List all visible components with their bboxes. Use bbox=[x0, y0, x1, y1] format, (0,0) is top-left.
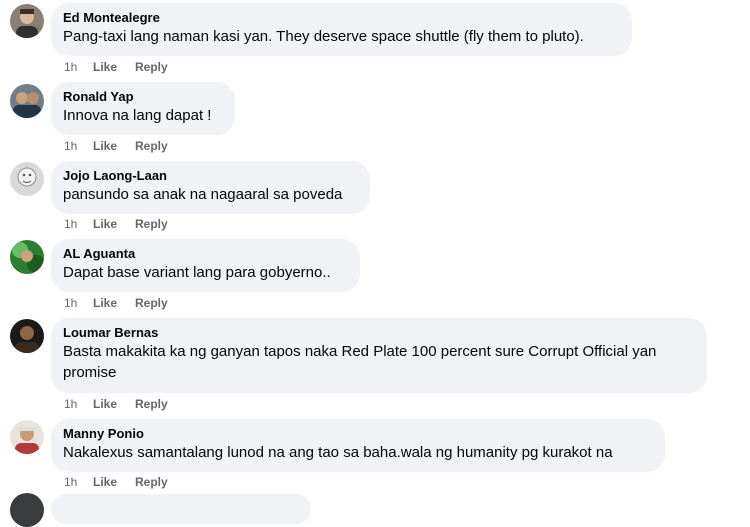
comment-bubble: Ed Montealegre Pang-taxi lang naman kasi… bbox=[51, 3, 632, 56]
comment-actions: 1h Like Reply bbox=[64, 217, 168, 231]
comment-bubble: Loumar Bernas Basta makakita ka ng ganya… bbox=[51, 318, 707, 393]
comment-timestamp[interactable]: 1h bbox=[64, 217, 93, 231]
comment-actions: 1h Like Reply bbox=[64, 397, 168, 411]
avatar[interactable] bbox=[10, 420, 44, 454]
reply-button[interactable]: Reply bbox=[135, 60, 168, 74]
comment-actions: 1h Like Reply bbox=[64, 139, 168, 153]
avatar[interactable] bbox=[10, 240, 44, 274]
reply-button[interactable]: Reply bbox=[135, 139, 168, 153]
avatar[interactable] bbox=[10, 84, 44, 118]
comment-author[interactable]: Loumar Bernas bbox=[63, 324, 695, 341]
like-button[interactable]: Like bbox=[93, 139, 135, 153]
reply-button[interactable]: Reply bbox=[135, 397, 168, 411]
comment-actions: 1h Like Reply bbox=[64, 60, 168, 74]
comment-author[interactable]: AL Aguanta bbox=[63, 245, 348, 262]
comment-bubble: Ronald Yap Innova na lang dapat ! bbox=[51, 82, 235, 135]
avatar[interactable] bbox=[10, 319, 44, 353]
comment-actions: 1h Like Reply bbox=[64, 475, 168, 489]
reply-button[interactable]: Reply bbox=[135, 217, 168, 231]
like-button[interactable]: Like bbox=[93, 60, 135, 74]
comment-text: Innova na lang dapat ! bbox=[63, 107, 212, 124]
comment-text: Basta makakita ka ng ganyan tapos naka R… bbox=[63, 343, 657, 381]
comment-text: Pang-taxi lang naman kasi yan. They dese… bbox=[63, 28, 584, 45]
comment-author[interactable]: Manny Ponio bbox=[63, 425, 653, 442]
comment-bubble: Manny Ponio Nakalexus samantalang lunod … bbox=[51, 419, 665, 472]
comment-author[interactable]: Ed Montealegre bbox=[63, 9, 620, 26]
comment-timestamp[interactable]: 1h bbox=[64, 397, 93, 411]
avatar[interactable] bbox=[10, 4, 44, 38]
comment-bubble: Jojo Laong-Laan pansundo sa anak na naga… bbox=[51, 161, 370, 214]
avatar[interactable] bbox=[10, 493, 44, 527]
like-button[interactable]: Like bbox=[93, 397, 135, 411]
reply-button[interactable]: Reply bbox=[135, 296, 168, 310]
comment-bubble: AL Aguanta Dapat base variant lang para … bbox=[51, 239, 360, 292]
comment-author[interactable]: Jojo Laong-Laan bbox=[63, 167, 358, 184]
comment-author[interactable]: Ronald Yap bbox=[63, 88, 223, 105]
reply-button[interactable]: Reply bbox=[135, 475, 168, 489]
comment-timestamp[interactable]: 1h bbox=[64, 475, 93, 489]
comment-actions: 1h Like Reply bbox=[64, 296, 168, 310]
comment-text: Nakalexus samantalang lunod na ang tao s… bbox=[63, 444, 613, 461]
avatar[interactable] bbox=[10, 162, 44, 196]
comment-text: pansundo sa anak na nagaaral sa poveda bbox=[63, 186, 343, 203]
like-button[interactable]: Like bbox=[93, 217, 135, 231]
comment-text: Dapat base variant lang para gobyerno.. bbox=[63, 264, 331, 281]
comment-timestamp[interactable]: 1h bbox=[64, 139, 93, 153]
like-button[interactable]: Like bbox=[93, 296, 135, 310]
comment-timestamp[interactable]: 1h bbox=[64, 60, 93, 74]
like-button[interactable]: Like bbox=[93, 475, 135, 489]
comment-timestamp[interactable]: 1h bbox=[64, 296, 93, 310]
